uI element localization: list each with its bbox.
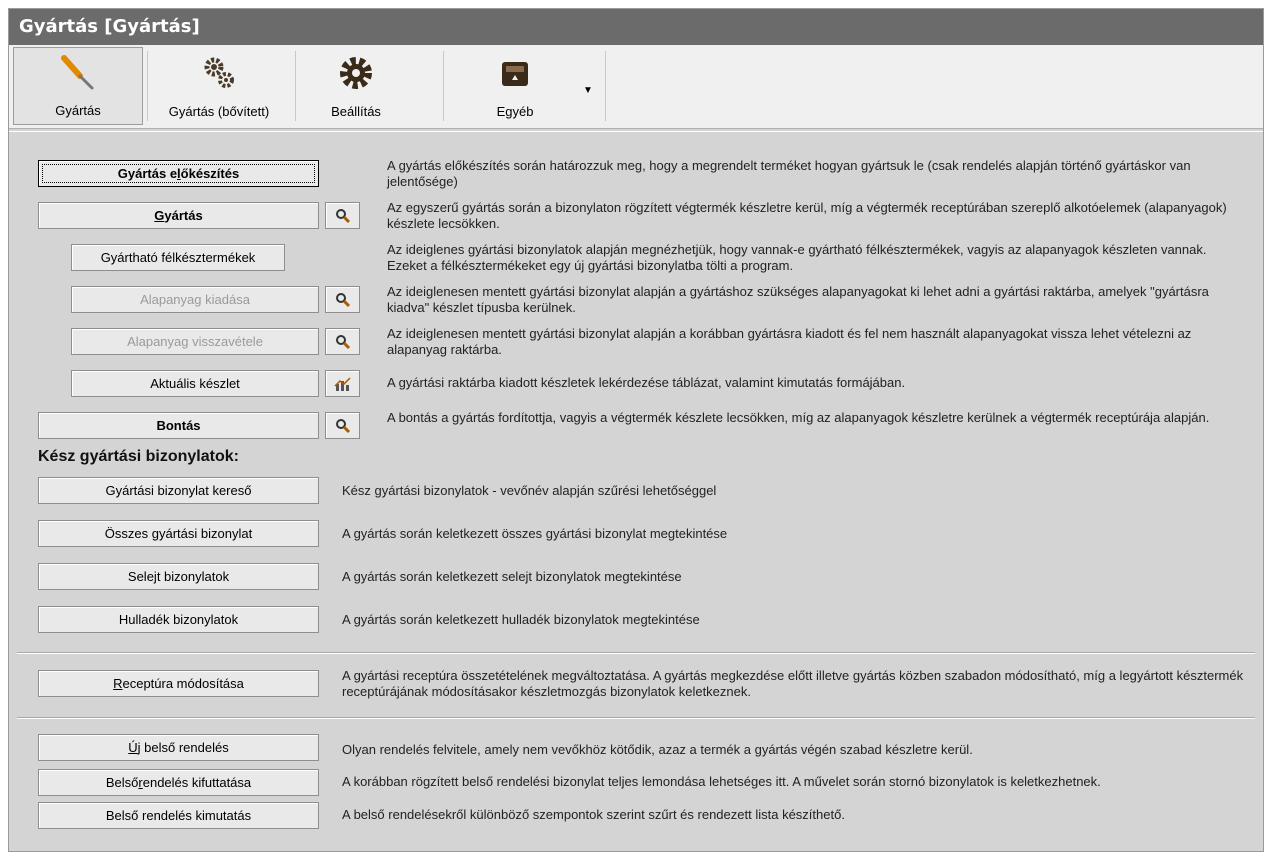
production-preparation-button[interactable]: Gyártás e l őkészítés <box>38 160 319 187</box>
waste-documents-description: A gyártás során keletkezett hulladék biz… <box>342 612 700 627</box>
dropdown-arrow-icon[interactable]: ▼ <box>583 85 593 96</box>
toolbar-divider <box>605 51 606 121</box>
screwdriver-icon <box>61 55 94 90</box>
finished-documents-title: Kész gyártási bizonylatok: <box>38 448 239 465</box>
disassembly-button[interactable]: Bontás <box>38 412 319 439</box>
material-issue-button[interactable]: Alapanyag kiadása <box>71 286 319 313</box>
material-return-description: Az ideiglenesen mentett gyártási bizonyl… <box>387 326 1192 357</box>
material-issue-description: Az ideiglenesen mentett gyártási bizonyl… <box>387 284 1209 315</box>
gears-icon <box>204 57 234 88</box>
toolbar-production-button[interactable]: Gyártás <box>13 47 143 125</box>
button-label: yártás <box>164 208 203 223</box>
toolbar-divider <box>443 51 444 121</box>
button-label: endelés kifuttatása <box>142 775 252 790</box>
button-label: Gyártás e <box>117 166 178 181</box>
disassembly-description: A bontás a gyártás fordítottja, vagyis a… <box>387 410 1210 425</box>
button-label: Belső <box>105 775 139 790</box>
button-label: Bontás <box>156 418 201 433</box>
scrap-documents-button[interactable]: Selejt bizonylatok <box>38 563 319 590</box>
magnifier-icon <box>335 208 350 223</box>
toolbar-other-button[interactable]: Egyéb <box>463 47 567 125</box>
new-internal-order-description: Olyan rendelés felvitele, amely nem vevő… <box>342 742 973 757</box>
material-return-search-button[interactable] <box>325 328 360 355</box>
new-internal-order-button[interactable]: Új belső rendelés <box>38 734 319 761</box>
internal-order-report-button[interactable]: Belső rendelés kimutatás <box>38 802 319 829</box>
toolbar-divider <box>295 51 296 121</box>
production-button[interactable]: Gyártás <box>38 202 319 229</box>
toolbar-label: Egyéb <box>496 104 534 119</box>
magnifier-icon <box>335 292 350 307</box>
recipe-modify-button[interactable]: Receptúra módosítása <box>38 670 319 697</box>
all-documents-button[interactable]: Összes gyártási bizonylat <box>38 520 319 547</box>
production-description: Az egyszerű gyártás során a bizonylaton … <box>387 200 1227 231</box>
button-label: Belső rendelés kimutatás <box>105 808 252 823</box>
production-window: Gyártás [Gyártás] Gyártás Gyártás (bővít… <box>8 8 1264 852</box>
button-label-mnemonic: G <box>154 208 165 223</box>
button-label: Összes gyártási bizonylat <box>104 526 253 541</box>
scrap-documents-description: A gyártás során keletkezett selejt bizon… <box>342 569 682 584</box>
waste-documents-button[interactable]: Hulladék bizonylatok <box>38 606 319 633</box>
current-stock-description: A gyártási raktárba kiadott készletek le… <box>387 375 906 390</box>
button-label: Aktuális készlet <box>150 376 240 391</box>
internal-order-cancel-description: A korábban rögzített belső rendelési biz… <box>342 774 1101 789</box>
button-label: j belső rendelés <box>137 740 229 755</box>
button-label: őkészítés <box>180 166 240 181</box>
toolbar-production-extended-button[interactable]: Gyártás (bővített) <box>149 47 289 125</box>
producible-semi-finished-description: Az ideiglenes gyártási bizonylatok alapj… <box>387 242 1207 273</box>
button-label-mnemonic: Ú <box>128 740 138 755</box>
gear-icon <box>340 57 372 89</box>
section-divider <box>17 652 1255 654</box>
current-stock-chart-button[interactable] <box>325 370 360 397</box>
toolbar-label: Gyártás <box>55 103 101 118</box>
button-label: eceptúra módosítása <box>122 676 244 691</box>
toolbar-label: Gyártás (bővített) <box>168 104 270 119</box>
button-label: Alapanyag visszavétele <box>127 334 263 349</box>
toolbar: Gyártás Gyártás (bővített) Beállítás Egy… <box>9 45 1263 129</box>
current-stock-button[interactable]: Aktuális készlet <box>71 370 319 397</box>
toolbar-divider <box>147 51 148 121</box>
button-label-mnemonic: l <box>177 166 181 181</box>
button-label: Hulladék bizonylatok <box>118 612 239 627</box>
all-documents-description: A gyártás során keletkezett összes gyárt… <box>342 526 728 541</box>
production-preparation-description: A gyártás előkészítés során határozzuk m… <box>387 158 1191 189</box>
material-return-button[interactable]: Alapanyag visszavétele <box>71 328 319 355</box>
button-label-mnemonic: R <box>113 676 123 691</box>
producible-semi-finished-button[interactable]: Gyártható félkésztermékek <box>71 244 285 271</box>
button-label: Gyártási bizonylat kereső <box>105 483 252 498</box>
magnifier-icon <box>335 418 350 433</box>
internal-order-cancel-button[interactable]: Belső r endelés kifuttatása <box>38 769 319 796</box>
magnifier-icon <box>335 334 350 349</box>
document-search-button[interactable]: Gyártási bizonylat kereső <box>38 477 319 504</box>
chart-icon <box>333 376 351 391</box>
toolbar-settings-button[interactable]: Beállítás <box>301 47 411 125</box>
package-icon <box>502 62 528 86</box>
internal-order-report-description: A belső rendelésekről különböző szempont… <box>342 807 845 822</box>
main-content: Gyártás e l őkészítés A gyártás előkészíté… <box>9 131 1263 852</box>
section-divider <box>17 717 1255 719</box>
button-label: Gyártható félkésztermékek <box>100 250 256 265</box>
window-title: Gyártás [Gyártás] <box>9 9 1263 45</box>
disassembly-search-button[interactable] <box>325 412 360 439</box>
button-label: Alapanyag kiadása <box>140 292 250 307</box>
production-search-button[interactable] <box>325 202 360 229</box>
recipe-modify-description: A gyártási receptúra összetételének megv… <box>342 668 1244 699</box>
material-issue-search-button[interactable] <box>325 286 360 313</box>
button-label: Selejt bizonylatok <box>127 569 230 584</box>
toolbar-label: Beállítás <box>331 104 381 119</box>
document-search-description: Kész gyártási bizonylatok - vevőnév alap… <box>342 483 717 498</box>
